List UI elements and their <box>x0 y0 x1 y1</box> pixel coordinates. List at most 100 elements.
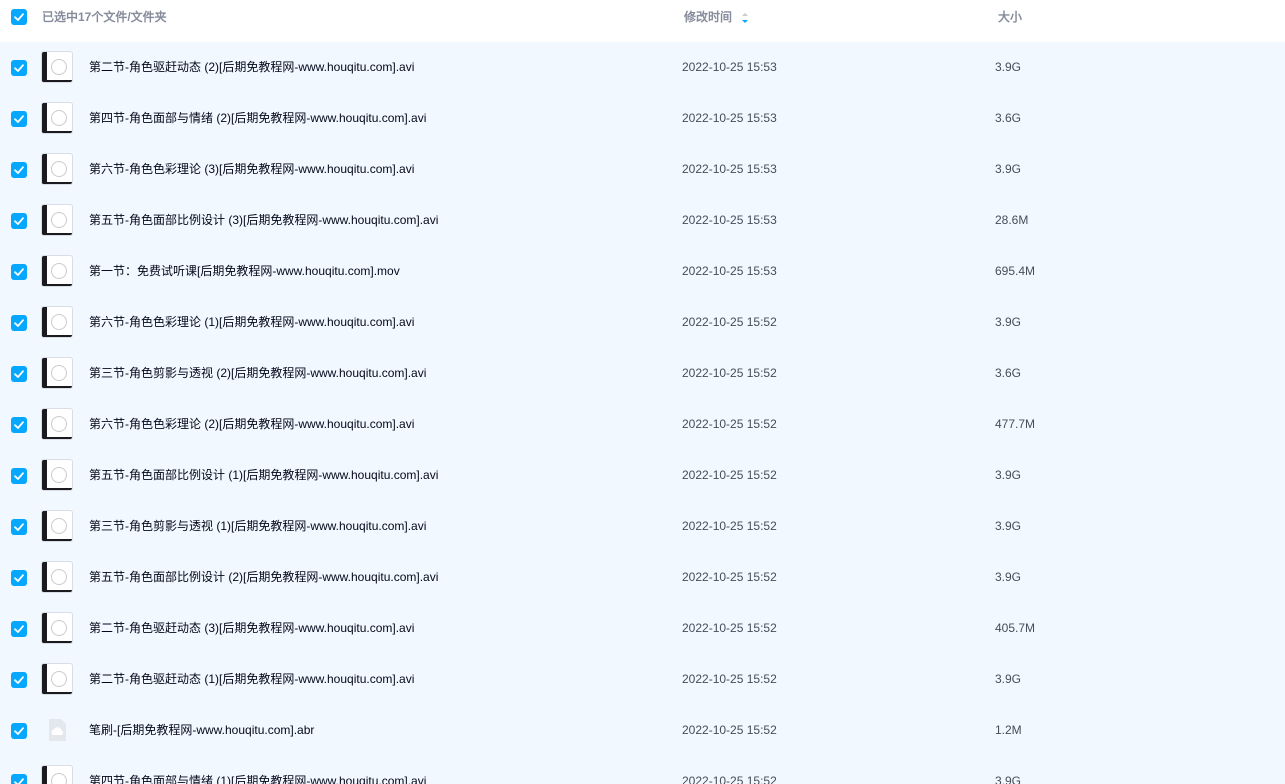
check-icon <box>14 115 24 123</box>
file-name[interactable]: 第六节-角色色彩理论 (3)[后期免教程网-www.houqitu.com].a… <box>89 144 414 195</box>
file-size: 28.6M <box>995 213 1029 227</box>
file-name[interactable]: 第六节-角色色彩理论 (2)[后期免教程网-www.houqitu.com].a… <box>89 399 414 450</box>
video-thumbnail[interactable] <box>41 204 73 236</box>
file-modified-time: 2022-10-25 15:53 <box>682 111 777 125</box>
column-header-modified-time[interactable]: 修改时间 <box>684 0 732 35</box>
row-checkbox[interactable] <box>11 570 27 586</box>
file-size: 3.9G <box>995 162 1022 176</box>
file-row[interactable]: 第五节-角色面部比例设计 (1)[后期免教程网-www.houqitu.com]… <box>0 450 1285 501</box>
check-icon <box>14 523 24 531</box>
video-thumbnail[interactable] <box>41 459 73 491</box>
video-thumbnail[interactable] <box>41 612 73 644</box>
video-thumbnail[interactable] <box>41 408 73 440</box>
check-icon <box>14 268 24 276</box>
file-name[interactable]: 第六节-角色色彩理论 (1)[后期免教程网-www.houqitu.com].a… <box>89 297 414 348</box>
file-modified-time: 2022-10-25 15:52 <box>682 417 777 431</box>
file-size: 3.9G <box>995 468 1022 482</box>
file-name[interactable]: 第五节-角色面部比例设计 (1)[后期免教程网-www.houqitu.com]… <box>89 450 438 501</box>
row-checkbox[interactable] <box>11 723 27 739</box>
file-modified-time: 2022-10-25 15:53 <box>682 213 777 227</box>
video-thumbnail[interactable] <box>41 153 73 185</box>
check-icon <box>14 319 24 327</box>
row-checkbox[interactable] <box>11 162 27 178</box>
check-icon <box>14 574 24 582</box>
selection-count-label: 已选中17个文件/文件夹 <box>42 10 167 24</box>
file-size: 3.9G <box>995 774 1022 784</box>
video-thumbnail[interactable] <box>41 51 73 83</box>
video-thumbnail[interactable] <box>41 561 73 593</box>
file-size: 3.9G <box>995 315 1022 329</box>
file-modified-time: 2022-10-25 15:52 <box>682 519 777 533</box>
file-row[interactable]: 第三节-角色剪影与透视 (2)[后期免教程网-www.houqitu.com].… <box>0 348 1285 399</box>
file-name[interactable]: 第一节：免费试听课[后期免教程网-www.houqitu.com].mov <box>89 246 400 297</box>
generic-file-icon[interactable] <box>41 714 73 746</box>
file-size: 3.9G <box>995 672 1022 686</box>
file-row[interactable]: 第二节-角色驱赶动态 (1)[后期免教程网-www.houqitu.com].a… <box>0 654 1285 705</box>
file-row[interactable]: 第六节-角色色彩理论 (3)[后期免教程网-www.houqitu.com].a… <box>0 144 1285 195</box>
file-name[interactable]: 笔刷-[后期免教程网-www.houqitu.com].abr <box>89 705 314 756</box>
file-row[interactable]: 第二节-角色驱赶动态 (3)[后期免教程网-www.houqitu.com].a… <box>0 603 1285 654</box>
file-name[interactable]: 第五节-角色面部比例设计 (3)[后期免教程网-www.houqitu.com]… <box>89 195 438 246</box>
check-icon <box>14 676 24 684</box>
video-thumbnail[interactable] <box>41 357 73 389</box>
file-list: 第二节-角色驱赶动态 (2)[后期免教程网-www.houqitu.com].a… <box>0 42 1285 784</box>
file-name[interactable]: 第二节-角色驱赶动态 (1)[后期免教程网-www.houqitu.com].a… <box>89 654 414 705</box>
file-size: 1.2M <box>995 723 1022 737</box>
row-checkbox[interactable] <box>11 60 27 76</box>
file-size: 695.4M <box>995 264 1036 278</box>
file-size: 477.7M <box>995 417 1036 431</box>
file-row[interactable]: 第一节：免费试听课[后期免教程网-www.houqitu.com].mov 202… <box>0 246 1285 297</box>
file-row[interactable]: 第五节-角色面部比例设计 (3)[后期免教程网-www.houqitu.com]… <box>0 195 1285 246</box>
row-checkbox[interactable] <box>11 468 27 484</box>
select-all-checkbox[interactable] <box>11 9 27 25</box>
sort-desc-icon[interactable] <box>741 11 749 25</box>
file-name[interactable]: 第四节-角色面部与情绪 (2)[后期免教程网-www.houqitu.com].… <box>89 93 426 144</box>
column-header-size[interactable]: 大小 <box>998 0 1022 35</box>
check-icon <box>14 13 24 21</box>
video-thumbnail[interactable] <box>41 255 73 287</box>
check-icon <box>14 472 24 480</box>
row-checkbox[interactable] <box>11 111 27 127</box>
file-row[interactable]: 第三节-角色剪影与透视 (1)[后期免教程网-www.houqitu.com].… <box>0 501 1285 552</box>
row-checkbox[interactable] <box>11 672 27 688</box>
file-name[interactable]: 第四节-角色面部与情绪 (1)[后期免教程网-www.houqitu.com].… <box>89 756 426 784</box>
file-name[interactable]: 第二节-角色驱赶动态 (2)[后期免教程网-www.houqitu.com].a… <box>89 42 414 93</box>
file-row[interactable]: 第四节-角色面部与情绪 (2)[后期免教程网-www.houqitu.com].… <box>0 93 1285 144</box>
video-thumbnail[interactable] <box>41 663 73 695</box>
row-checkbox[interactable] <box>11 621 27 637</box>
file-name[interactable]: 第三节-角色剪影与透视 (1)[后期免教程网-www.houqitu.com].… <box>89 501 426 552</box>
file-modified-time: 2022-10-25 15:52 <box>682 366 777 380</box>
row-checkbox[interactable] <box>11 774 27 784</box>
check-icon <box>14 64 24 72</box>
row-checkbox[interactable] <box>11 315 27 331</box>
file-row[interactable]: 第六节-角色色彩理论 (2)[后期免教程网-www.houqitu.com].a… <box>0 399 1285 450</box>
file-modified-time: 2022-10-25 15:53 <box>682 60 777 74</box>
video-thumbnail[interactable] <box>41 306 73 338</box>
file-list-header: 已选中17个文件/文件夹 修改时间 大小 <box>0 0 1285 42</box>
file-row[interactable]: 笔刷-[后期免教程网-www.houqitu.com].abr 2022-10-2… <box>0 705 1285 756</box>
file-row[interactable]: 第二节-角色驱赶动态 (2)[后期免教程网-www.houqitu.com].a… <box>0 42 1285 93</box>
check-icon <box>14 217 24 225</box>
check-icon <box>14 778 24 784</box>
check-icon <box>14 370 24 378</box>
file-name[interactable]: 第三节-角色剪影与透视 (2)[后期免教程网-www.houqitu.com].… <box>89 348 426 399</box>
file-size: 405.7M <box>995 621 1036 635</box>
file-name[interactable]: 第二节-角色驱赶动态 (3)[后期免教程网-www.houqitu.com].a… <box>89 603 414 654</box>
row-checkbox[interactable] <box>11 519 27 535</box>
check-icon <box>14 166 24 174</box>
file-modified-time: 2022-10-25 15:52 <box>682 774 777 784</box>
file-row[interactable]: 第六节-角色色彩理论 (1)[后期免教程网-www.houqitu.com].a… <box>0 297 1285 348</box>
check-icon <box>14 727 24 735</box>
row-checkbox[interactable] <box>11 366 27 382</box>
row-checkbox[interactable] <box>11 264 27 280</box>
video-thumbnail[interactable] <box>41 510 73 542</box>
row-checkbox[interactable] <box>11 213 27 229</box>
file-modified-time: 2022-10-25 15:52 <box>682 621 777 635</box>
file-row[interactable]: 第五节-角色面部比例设计 (2)[后期免教程网-www.houqitu.com]… <box>0 552 1285 603</box>
file-row[interactable]: 第四节-角色面部与情绪 (1)[后期免教程网-www.houqitu.com].… <box>0 756 1285 784</box>
file-name[interactable]: 第五节-角色面部比例设计 (2)[后期免教程网-www.houqitu.com]… <box>89 552 438 603</box>
row-checkbox[interactable] <box>11 417 27 433</box>
file-size: 3.6G <box>995 111 1022 125</box>
video-thumbnail[interactable] <box>41 765 73 784</box>
video-thumbnail[interactable] <box>41 102 73 134</box>
